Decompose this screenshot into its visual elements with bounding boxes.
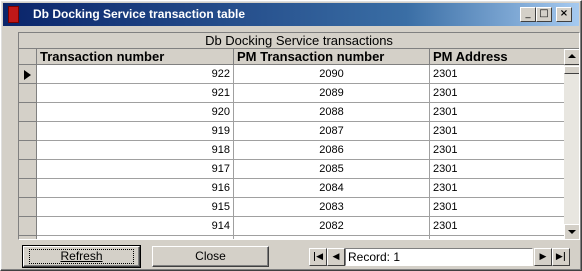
table-row[interactable]: 920 2088 2301 <box>37 103 565 122</box>
row-indicator[interactable] <box>19 179 37 198</box>
table-row[interactable]: 916 2084 2301 <box>37 179 565 198</box>
refresh-button-label: Refresh <box>29 249 134 264</box>
row-indicator[interactable] <box>19 198 37 217</box>
app-icon <box>8 6 19 23</box>
cell-pm-transaction-number[interactable]: 2081 <box>234 236 430 239</box>
cell-pm-address[interactable]: 2301 <box>430 84 565 103</box>
table-row[interactable]: 922 2090 2301 <box>37 65 565 84</box>
refresh-button[interactable]: Refresh <box>22 245 141 268</box>
row-indicator[interactable] <box>19 217 37 236</box>
row-indicator[interactable] <box>19 160 37 179</box>
table-row[interactable]: 918 2086 2301 <box>37 141 565 160</box>
maximize-button[interactable]: □ <box>536 7 552 22</box>
cell-pm-transaction-number[interactable]: 2088 <box>234 103 430 122</box>
cell-pm-address[interactable]: 2301 <box>430 179 565 198</box>
row-indicator-column[interactable] <box>19 65 37 239</box>
vertical-scrollbar[interactable] <box>564 49 579 239</box>
cell-transaction-number[interactable]: 915 <box>37 198 234 217</box>
cell-transaction-number[interactable]: 919 <box>37 122 234 141</box>
cell-pm-address[interactable]: 2301 <box>430 236 565 239</box>
cell-pm-transaction-number[interactable]: 2085 <box>234 160 430 179</box>
table-row[interactable]: 921 2089 2301 <box>37 84 565 103</box>
cell-pm-transaction-number[interactable]: 2089 <box>234 84 430 103</box>
grid-rows[interactable]: 922 2090 2301 921 2089 2301 920 2088 2301 919 2087… <box>37 65 565 239</box>
current-row-pointer-icon[interactable] <box>19 65 37 84</box>
cell-pm-transaction-number[interactable]: 2084 <box>234 179 430 198</box>
app-window: Db Docking Service transaction table _ □… <box>0 0 582 271</box>
row-indicator[interactable] <box>19 84 37 103</box>
scroll-down-icon[interactable] <box>564 224 579 239</box>
scroll-up-icon[interactable] <box>564 49 579 65</box>
row-indicator[interactable] <box>19 236 37 239</box>
cell-pm-address[interactable]: 2301 <box>430 160 565 179</box>
transactions-grid[interactable]: Db Docking Service transactions Transact… <box>18 32 580 240</box>
close-window-button[interactable]: × <box>556 7 572 22</box>
table-row[interactable]: 919 2087 2301 <box>37 122 565 141</box>
cell-transaction-number[interactable]: 921 <box>37 84 234 103</box>
table-row[interactable]: 914 2082 2301 <box>37 217 565 236</box>
cell-pm-transaction-number[interactable]: 2087 <box>234 122 430 141</box>
scroll-thumb[interactable] <box>564 66 579 74</box>
row-indicator[interactable] <box>19 141 37 160</box>
row-indicator[interactable] <box>19 122 37 141</box>
cell-pm-address[interactable]: 2301 <box>430 122 565 141</box>
previous-record-icon[interactable]: ◀ <box>327 248 345 266</box>
close-button[interactable]: Close <box>152 246 269 267</box>
cell-pm-transaction-number[interactable]: 2090 <box>234 65 430 84</box>
cell-transaction-number[interactable]: 922 <box>37 65 234 84</box>
grid-header: Transaction number PM Transaction number… <box>19 49 565 65</box>
record-indicator: Record: 1 <box>345 248 533 266</box>
cell-transaction-number[interactable]: 914 <box>37 217 234 236</box>
cell-pm-address[interactable]: 2301 <box>430 198 565 217</box>
bottom-toolbar: Refresh Close |◀ ◀ Record: 1 ▶ ▶| <box>3 243 579 269</box>
cell-transaction-number[interactable]: 913 <box>37 236 234 239</box>
cell-pm-address[interactable]: 2301 <box>430 65 565 84</box>
minimize-button[interactable]: _ <box>520 7 536 22</box>
cell-pm-transaction-number[interactable]: 2086 <box>234 141 430 160</box>
table-row[interactable]: 915 2083 2301 <box>37 198 565 217</box>
column-header-transaction-number[interactable]: Transaction number <box>37 49 234 65</box>
table-row[interactable]: 91320812301 <box>37 236 565 239</box>
cell-pm-transaction-number[interactable]: 2083 <box>234 198 430 217</box>
column-header-pm-transaction-number[interactable]: PM Transaction number <box>234 49 430 65</box>
title-bar[interactable]: Db Docking Service transaction table _ □… <box>3 3 579 26</box>
cell-transaction-number[interactable]: 920 <box>37 103 234 122</box>
next-record-icon[interactable]: ▶ <box>534 248 552 266</box>
first-record-icon[interactable]: |◀ <box>309 248 327 266</box>
cell-transaction-number[interactable]: 916 <box>37 179 234 198</box>
row-indicator[interactable] <box>19 103 37 122</box>
cell-transaction-number[interactable]: 918 <box>37 141 234 160</box>
last-record-icon[interactable]: ▶| <box>552 248 570 266</box>
grid-caption: Db Docking Service transactions <box>19 33 579 49</box>
cell-transaction-number[interactable]: 917 <box>37 160 234 179</box>
column-header-pm-address[interactable]: PM Address <box>430 49 565 65</box>
cell-pm-address[interactable]: 2301 <box>430 103 565 122</box>
cell-pm-address[interactable]: 2301 <box>430 217 565 236</box>
cell-pm-address[interactable]: 2301 <box>430 141 565 160</box>
window-title: Db Docking Service transaction table <box>33 7 246 21</box>
header-corner <box>19 49 37 65</box>
cell-pm-transaction-number[interactable]: 2082 <box>234 217 430 236</box>
table-row[interactable]: 917 2085 2301 <box>37 160 565 179</box>
